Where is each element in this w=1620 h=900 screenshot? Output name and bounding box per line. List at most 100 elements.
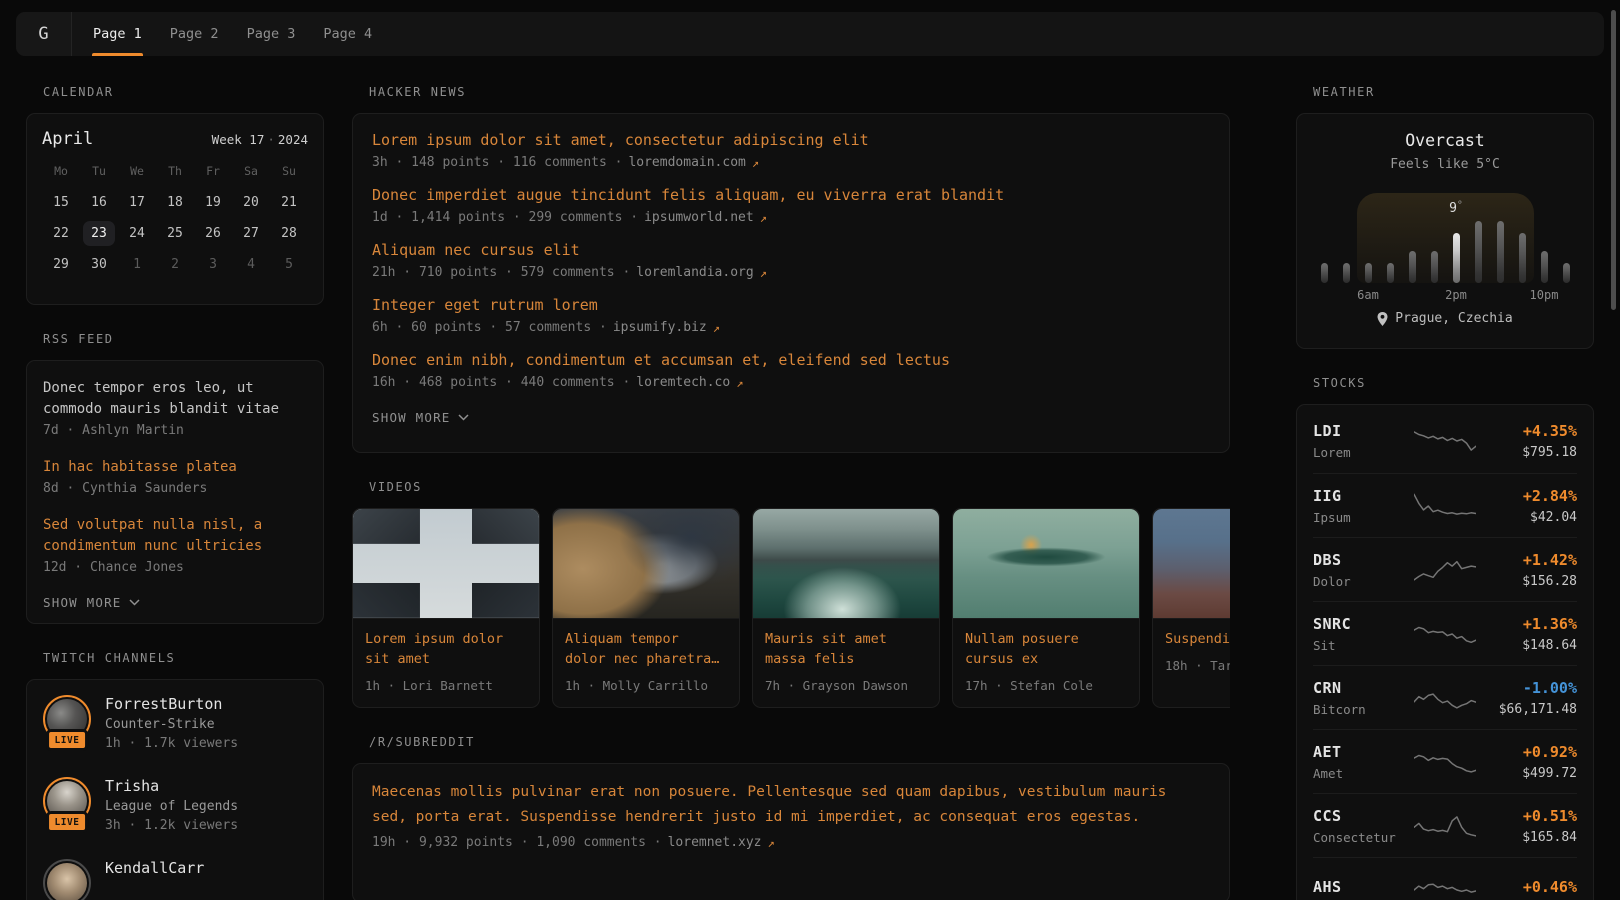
twitch-channel[interactable]: LIVE Trisha League of Legends 3h · 1.2k … — [43, 777, 307, 833]
channel-name[interactable]: KendallCarr — [105, 859, 204, 877]
active-tab-underline — [92, 53, 143, 56]
twitch-avatar[interactable]: LIVE — [43, 695, 91, 743]
stock-row[interactable]: IIG Ipsum +2.84% $42.04 — [1313, 473, 1577, 537]
twitch-channel[interactable]: LIVE ForrestBurton Counter-Strike 1h · 1… — [43, 695, 307, 751]
hackernews-item: Aliquam nec cursus elit 21h · 710 points… — [372, 240, 1210, 280]
hackernews-item-title[interactable]: Donec imperdiet augue tincidunt felis al… — [372, 185, 1210, 205]
hackernews-item-title[interactable]: Donec enim nibh, condimentum et accumsan… — [372, 350, 1210, 370]
stock-row[interactable]: AHS +0.46% — [1313, 857, 1577, 900]
tab-label: Page 2 — [170, 26, 219, 42]
stock-price: $66,171.48 — [1476, 702, 1577, 717]
video-list: Lorem ipsum dolor sit amet consectetu… 1… — [352, 508, 1230, 708]
video-title[interactable]: Suspendisse diam — [1165, 629, 1230, 649]
video-card[interactable]: Mauris sit amet massa felis 7h · Grayson… — [752, 508, 940, 708]
hackernews-item-domain[interactable]: loremtech.co — [636, 375, 730, 390]
calendar-day: 3 — [194, 249, 232, 280]
tab-page-4[interactable]: Page 4 — [309, 12, 386, 56]
hackernews-item-domain[interactable]: loremdomain.com — [628, 155, 745, 170]
stock-change-percent: +1.36% — [1476, 615, 1577, 633]
video-thumbnail[interactable] — [753, 509, 939, 619]
hackernews-item-title[interactable]: Lorem ipsum dolor sit amet, consectetur … — [372, 130, 1210, 150]
stock-name: Bitcorn — [1313, 702, 1414, 717]
stock-row[interactable]: CCS Consectetur +0.51% $165.84 — [1313, 793, 1577, 857]
hackernews-item-title[interactable]: Integer eget rutrum lorem — [372, 295, 1210, 315]
calendar-section-title: CALENDAR — [43, 85, 324, 99]
calendar-weekday-row: MoTuWeThFrSaSu — [42, 161, 308, 187]
scrollbar-thumb[interactable] — [1611, 10, 1616, 310]
stock-row[interactable]: LDI Lorem +4.35% $795.18 — [1313, 409, 1577, 473]
video-card-body: Lorem ipsum dolor sit amet consectetu… 1… — [353, 619, 539, 707]
video-card[interactable]: Suspendisse diam 18h · Tara — [1152, 508, 1230, 708]
hackernews-item-domain[interactable]: loremlandia.org — [636, 265, 753, 280]
weather-widget: Overcast Feels like 5°C 9° 6am2pm10pm Pr… — [1296, 113, 1594, 349]
rss-item-title[interactable]: Sed volutpat nulla nisl, a condimentum n… — [43, 515, 307, 557]
video-card[interactable]: Lorem ipsum dolor sit amet consectetu… 1… — [352, 508, 540, 708]
hackernews-item-domain[interactable]: ipsumworld.net — [644, 210, 754, 225]
weather-bar-current — [1453, 233, 1460, 283]
rss-item-title[interactable]: Donec tempor eros leo, ut commodo mauris… — [43, 378, 307, 420]
app-logo[interactable]: G — [16, 12, 72, 56]
video-title[interactable]: Lorem ipsum dolor sit amet consectetu… — [365, 629, 527, 669]
calendar-day: 4 — [232, 249, 270, 280]
rss-item-title[interactable]: In hac habitasse platea — [43, 457, 307, 478]
chevron-down-icon — [129, 599, 140, 606]
video-card[interactable]: Aliquam tempor dolor nec pharetra… 1h · … — [552, 508, 740, 708]
video-title[interactable]: Aliquam tempor dolor nec pharetra… — [565, 629, 727, 669]
hackernews-show-more-button[interactable]: SHOW MORE — [372, 410, 1210, 425]
time-axis-label: 10pm — [1530, 288, 1559, 302]
channel-name[interactable]: ForrestBurton — [105, 695, 238, 713]
stock-price: $148.64 — [1476, 638, 1577, 653]
weather-condition: Overcast — [1297, 132, 1593, 150]
twitch-avatar[interactable]: LIVE — [43, 777, 91, 825]
video-title[interactable]: Mauris sit amet massa felis — [765, 629, 927, 669]
rss-show-more-button[interactable]: SHOW MORE — [43, 595, 307, 610]
channel-game: Counter-Strike — [105, 717, 238, 732]
page-tabs: Page 1 Page 2 Page 3 Page 4 — [72, 12, 386, 56]
stock-sparkline-chart — [1414, 811, 1476, 841]
reddit-post-domain[interactable]: loremnet.xyz — [668, 835, 762, 850]
video-thumbnail[interactable] — [353, 509, 539, 619]
weather-time-axis: 6am2pm10pm — [1321, 288, 1570, 301]
stock-row[interactable]: AET Amet +0.92% $499.72 — [1313, 729, 1577, 793]
rss-section: RSS FEED Donec tempor eros leo, ut commo… — [26, 332, 324, 624]
calendar-day-number: 21 — [273, 190, 305, 215]
video-meta: 18h · Tara — [1165, 658, 1230, 673]
hackernews-item-title[interactable]: Aliquam nec cursus elit — [372, 240, 1210, 260]
channel-meta: 3h · 1.2k viewers — [105, 818, 238, 833]
channel-name[interactable]: Trisha — [105, 777, 238, 795]
stock-row[interactable]: CRN Bitcorn -1.00% $66,171.48 — [1313, 665, 1577, 729]
videos-section-title: VIDEOS — [369, 480, 1230, 494]
weather-section-title: WEATHER — [1313, 85, 1594, 99]
hackernews-item-domain[interactable]: ipsumify.biz — [613, 320, 707, 335]
video-thumbnail[interactable] — [953, 509, 1139, 619]
calendar-day: 15 — [42, 187, 80, 218]
tab-page-3[interactable]: Page 3 — [233, 12, 310, 56]
tab-page-1[interactable]: Page 1 — [79, 12, 156, 56]
current-temp-label: 9° — [1449, 200, 1463, 216]
stock-price: $165.84 — [1476, 830, 1577, 845]
video-card[interactable]: Nullam posuere cursus ex 17h · Stefan Co… — [952, 508, 1140, 708]
stock-row[interactable]: DBS Dolor +1.42% $156.28 — [1313, 537, 1577, 601]
time-axis-label: 2pm — [1445, 288, 1467, 302]
calendar-day: 24 — [118, 218, 156, 249]
dashboard-page: { "accent_color": "#d8863a", "negative_c… — [0, 0, 1620, 900]
video-thumbnail[interactable] — [553, 509, 739, 619]
channel-game: League of Legends — [105, 799, 238, 814]
hackernews-widget: Lorem ipsum dolor sit amet, consectetur … — [352, 113, 1230, 453]
video-thumbnail[interactable] — [1153, 509, 1230, 619]
tab-page-2[interactable]: Page 2 — [156, 12, 233, 56]
video-title[interactable]: Nullam posuere cursus ex — [965, 629, 1127, 669]
calendar-week-year: Week 17·2024 — [212, 132, 308, 147]
stock-change-percent: +1.42% — [1476, 551, 1577, 569]
reddit-post-title[interactable]: Maecenas mollis pulvinar erat non posuer… — [372, 780, 1210, 830]
twitch-avatar[interactable]: LIVE — [43, 859, 91, 900]
calendar-widget: April Week 17·2024 MoTuWeThFrSaSu 151617… — [26, 113, 324, 305]
stock-ticker: IIG — [1313, 487, 1414, 505]
calendar-day: 18 — [156, 187, 194, 218]
hackernews-item: Donec imperdiet augue tincidunt felis al… — [372, 185, 1210, 225]
twitch-channel[interactable]: LIVE KendallCarr — [43, 859, 307, 900]
calendar-day: 26 — [194, 218, 232, 249]
stock-row[interactable]: SNRC Sit +1.36% $148.64 — [1313, 601, 1577, 665]
stock-change-percent: +0.51% — [1476, 807, 1577, 825]
stocks-widget: LDI Lorem +4.35% $795.18 IIG Ipsum +2.84… — [1296, 404, 1594, 900]
